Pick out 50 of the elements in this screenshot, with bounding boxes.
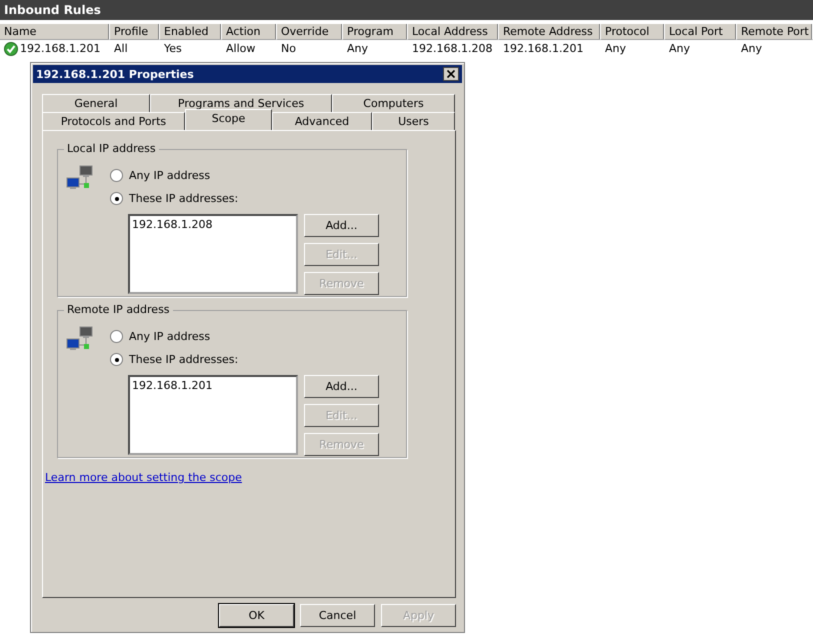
column-header[interactable]: Protocol [601, 24, 665, 40]
column-header[interactable]: Remote Address [499, 24, 601, 40]
column-header[interactable]: Remote Port [737, 24, 813, 40]
close-icon[interactable] [443, 67, 459, 81]
table-cell: Any [741, 42, 762, 55]
column-header[interactable]: Profile [110, 24, 160, 40]
column-header[interactable]: Override [277, 24, 343, 40]
group-title: Local IP address [64, 142, 159, 155]
tab[interactable]: Advanced [272, 112, 372, 130]
tab[interactable]: Protocols and Ports [42, 112, 185, 130]
dialog-button[interactable]: Cancel [300, 604, 375, 627]
radio-button[interactable] [110, 353, 123, 366]
tab[interactable]: Users [372, 112, 455, 130]
column-header[interactable]: Name [0, 24, 110, 40]
radio-button[interactable] [110, 330, 123, 343]
table-cell: 192.168.1.201 [20, 42, 100, 55]
table-cell: 192.168.1.208 [412, 42, 492, 55]
column-header[interactable]: Local Address [408, 24, 499, 40]
list-item[interactable]: 192.168.1.208 [132, 218, 294, 231]
radio-button[interactable] [110, 169, 123, 182]
table-cell: Yes [164, 42, 182, 55]
column-header[interactable]: Enabled [160, 24, 222, 40]
table-cell: Any [669, 42, 690, 55]
column-header[interactable]: Action [222, 24, 277, 40]
tab[interactable]: General [42, 94, 150, 112]
tab[interactable]: Computers [332, 94, 455, 112]
dialog-button[interactable]: OK [219, 604, 294, 627]
address-list[interactable]: 192.168.1.208 [128, 214, 298, 294]
radio-button[interactable] [110, 192, 123, 205]
list-action-button[interactable]: Add... [304, 214, 379, 237]
tab[interactable]: Scope [185, 109, 272, 130]
table-cell: All [114, 42, 128, 55]
address-list[interactable]: 192.168.1.201 [128, 375, 298, 455]
column-header[interactable]: Program [343, 24, 408, 40]
table-cell: Allow [226, 42, 256, 55]
dialog-title: 192.168.1.201 Properties [36, 68, 194, 80]
list-action-button[interactable]: Add... [304, 375, 379, 398]
help-link[interactable]: Learn more about setting the scope [45, 471, 242, 484]
group-title: Remote IP address [64, 303, 173, 316]
radio-label: Any IP address [129, 330, 210, 343]
table-cell: Any [605, 42, 626, 55]
radio-label: These IP addresses: [129, 353, 238, 366]
column-header[interactable]: Local Port [665, 24, 737, 40]
table-cell: Any [347, 42, 368, 55]
table-cell: No [281, 42, 296, 55]
radio-label: These IP addresses: [129, 192, 238, 205]
radio-label: Any IP address [129, 169, 210, 182]
panel-title: Inbound Rules [0, 0, 813, 20]
list-item[interactable]: 192.168.1.201 [132, 379, 294, 392]
table-cell: 192.168.1.201 [503, 42, 584, 55]
